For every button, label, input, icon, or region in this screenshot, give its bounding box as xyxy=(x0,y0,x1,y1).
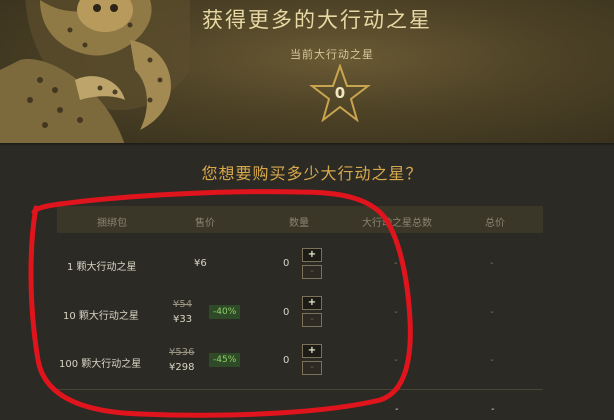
total-price-value: - xyxy=(490,307,494,318)
total-stars-value: - xyxy=(394,307,398,318)
current-stars-count: 0 xyxy=(334,84,346,102)
current-stars-badge: 0 xyxy=(309,62,371,123)
plus-button[interactable]: + xyxy=(302,296,322,310)
header-bundle: 捆绑包 xyxy=(97,218,127,229)
table-header: 捆绑包 售价 数量 大行动之星总数 总价 xyxy=(57,206,543,233)
bundle-old-price: ¥54 xyxy=(173,299,193,310)
header-total-stars: 大行动之星总数 xyxy=(362,218,432,229)
discount-badge: -45% xyxy=(209,353,241,367)
total-price-value: - xyxy=(490,258,494,269)
minus-button[interactable]: - xyxy=(302,265,322,279)
page-title: 获得更多的大行动之星 xyxy=(202,8,432,32)
bundle-price: ¥6 xyxy=(194,258,207,269)
bundle-qty: 0 xyxy=(283,258,290,269)
bundle-name: 100 颗大行动之星 xyxy=(59,359,142,370)
current-stars-label: 当前大行动之星 xyxy=(290,48,374,61)
bundle-price: ¥298 xyxy=(169,362,195,373)
header-price: 售价 xyxy=(195,218,215,229)
grand-total-price: - xyxy=(491,404,495,415)
total-price-value: - xyxy=(490,355,494,366)
purchase-question: 您想要购买多少大行动之星？ xyxy=(201,164,423,183)
total-stars-value: - xyxy=(394,355,398,366)
bundle-price: ¥33 xyxy=(173,314,193,325)
table-row: 100 颗大行动之星 ¥536 ¥298 -45% 0 + - - - xyxy=(57,340,543,388)
table-row: 1 颗大行动之星 ¥6 0 + - - - xyxy=(57,244,543,292)
grand-total-stars: - xyxy=(395,404,399,415)
bundle-qty: 0 xyxy=(283,307,290,318)
plus-button[interactable]: + xyxy=(302,344,322,358)
bundle-qty: 0 xyxy=(283,355,290,366)
header-total-price: 总价 xyxy=(485,218,505,229)
header-qty: 数量 xyxy=(289,218,309,229)
table-divider xyxy=(57,389,543,390)
minus-button[interactable]: - xyxy=(302,361,322,375)
purchase-table: 捆绑包 售价 数量 大行动之星总数 总价 1 颗大行动之星 ¥6 0 + - -… xyxy=(57,206,543,396)
table-row: 10 颗大行动之星 ¥54 ¥33 -40% 0 + - - - xyxy=(57,292,543,340)
total-stars-value: - xyxy=(394,258,398,269)
hero-banner: 获得更多的大行动之星 当前大行动之星 0 xyxy=(0,0,614,145)
bundle-name: 10 颗大行动之星 xyxy=(63,311,139,322)
bundle-old-price: ¥536 xyxy=(169,347,195,358)
discount-badge: -40% xyxy=(209,305,241,319)
plus-button[interactable]: + xyxy=(302,248,322,262)
bundle-name: 1 颗大行动之星 xyxy=(67,262,137,273)
minus-button[interactable]: - xyxy=(302,313,322,327)
divider xyxy=(0,143,614,146)
